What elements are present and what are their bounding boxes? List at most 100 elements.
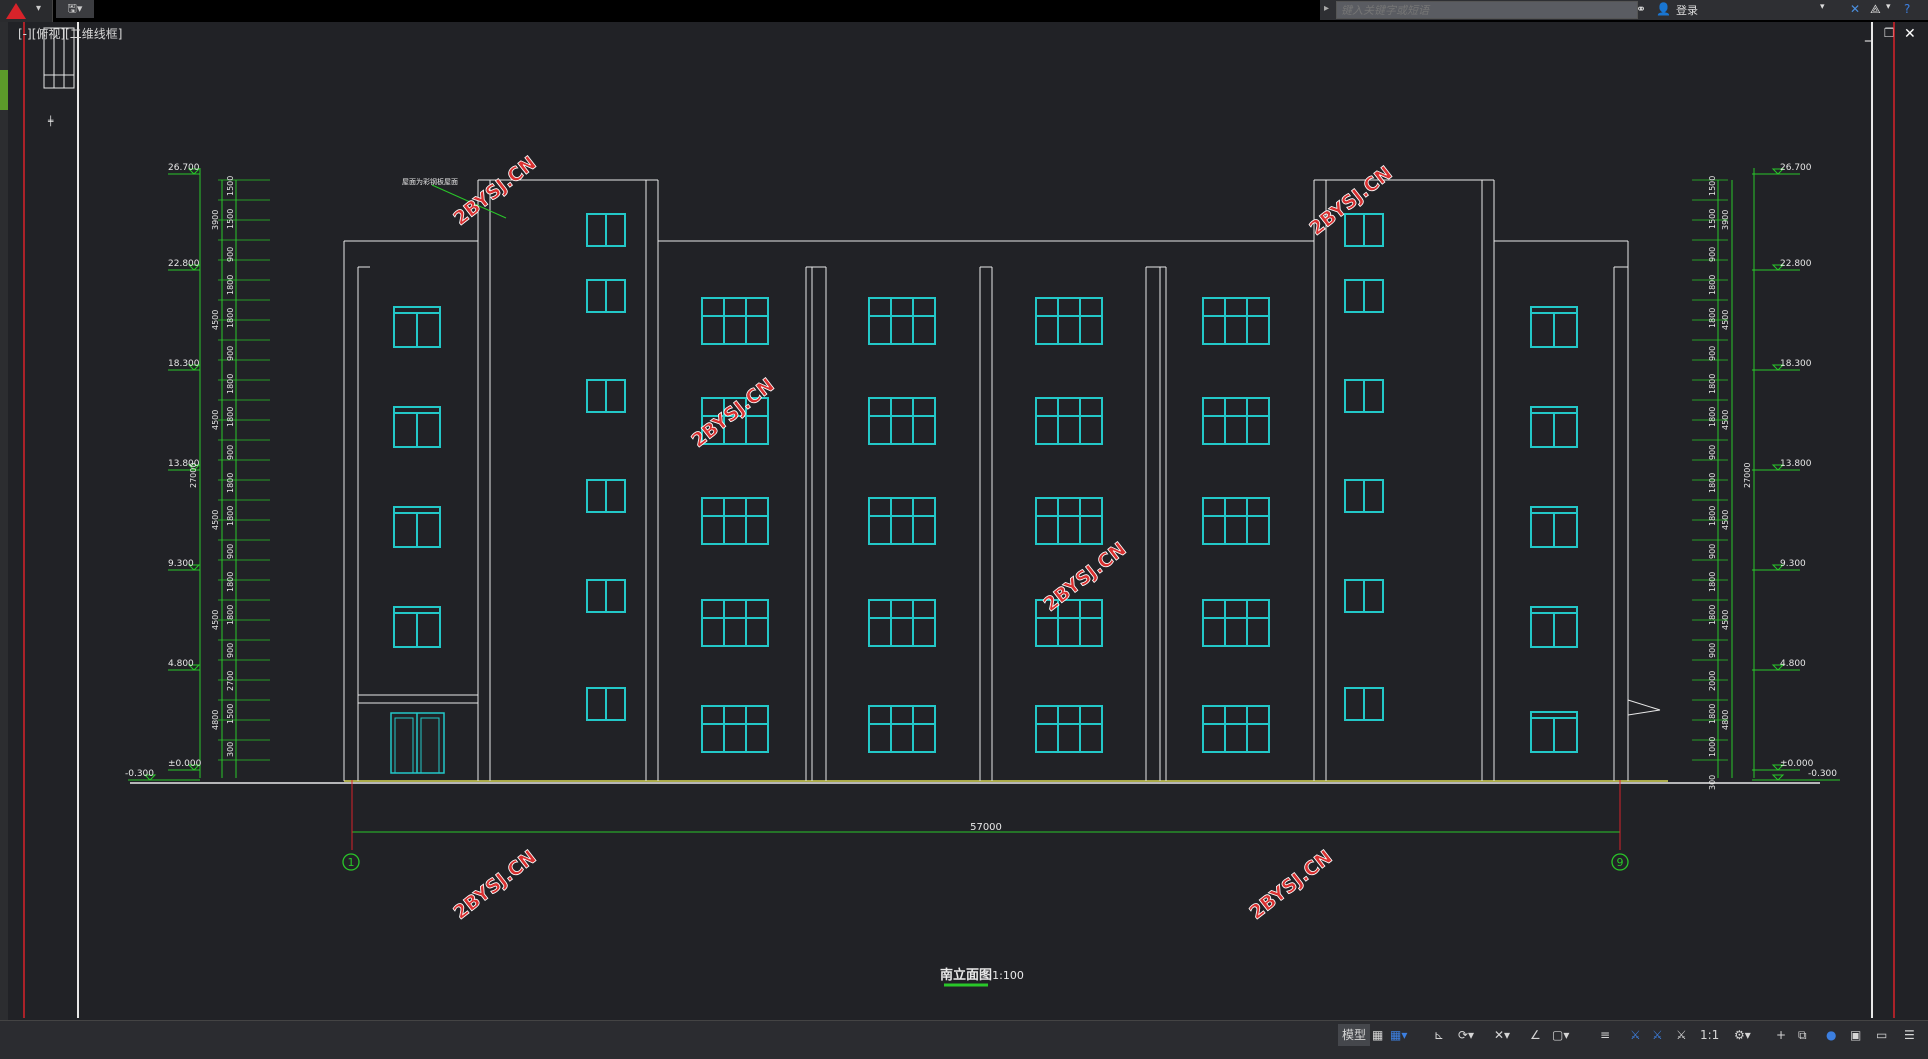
workspace-gear-icon[interactable]: ⚙▾ (1734, 1024, 1751, 1046)
annotation-visibility-icon[interactable]: ⚔ (1630, 1024, 1641, 1046)
window-large (1202, 705, 1270, 753)
total-height-dimension: 27000 (189, 463, 198, 488)
grid-icon[interactable]: ▦ (1372, 1024, 1383, 1046)
window-stair (1344, 379, 1384, 413)
window-stair (586, 379, 626, 413)
window-frame (701, 705, 769, 753)
window-stair (1344, 579, 1384, 613)
annotation-scale-value[interactable]: 1:1 (1700, 1024, 1719, 1046)
ortho-icon[interactable]: ⊾ (1434, 1024, 1444, 1046)
window-large (701, 599, 769, 647)
outer-dimension: 4500 (211, 610, 220, 630)
outer-dimension: 4500 (211, 310, 220, 330)
watermark-group: 2BYSJ.CN2BYSJ.CN2BYSJ.CN2BYSJ.CN2BYSJ.CN… (449, 152, 1397, 925)
inner-dimension: 900 (1708, 346, 1717, 361)
watermark-text: 2BYSJ.CN (450, 846, 541, 924)
inner-dimension: 900 (226, 346, 235, 361)
inner-dimension: 1800 (1708, 407, 1717, 427)
window-stair (1344, 213, 1384, 247)
window-large (1035, 297, 1103, 345)
window-frame (868, 297, 936, 345)
auto-scale-icon[interactable]: ⚔ (1652, 1024, 1663, 1046)
window-large (868, 297, 936, 345)
polar-icon[interactable]: ⟳▾ (1458, 1024, 1474, 1046)
inner-dimension: 900 (1708, 643, 1717, 658)
window-side (1530, 306, 1578, 348)
window-frame (1035, 705, 1103, 753)
inner-dimension: 1500 (226, 209, 235, 229)
window-side (393, 306, 441, 348)
window-frame (1202, 397, 1270, 445)
window-frame (868, 705, 936, 753)
windows-group (390, 213, 1578, 774)
window-stair (586, 279, 626, 313)
plus-icon[interactable]: + (1776, 1024, 1786, 1046)
elevation-label: 9.300 (168, 559, 194, 569)
snap-icon[interactable]: ▦▾ (1390, 1024, 1407, 1046)
model-space-button[interactable]: 模型 (1338, 1024, 1371, 1046)
elevation-label: 4.800 (1780, 659, 1806, 669)
elevation-label: 18.300 (168, 359, 200, 369)
window-large (868, 397, 936, 445)
window-stair (586, 687, 626, 721)
inner-dimension: 1800 (226, 407, 235, 427)
elevation-label: ±0.000 (1780, 759, 1814, 769)
elevation-drawing: ╪ [-][俯视][二维线框] 26.700 22.800 18.300 13.800… (18, 22, 1895, 1018)
window-side (393, 606, 441, 648)
object-snap-tracking-icon[interactable]: ∠ (1530, 1024, 1541, 1046)
window-frame (1202, 705, 1270, 753)
inner-dimension: 1800 (226, 506, 235, 526)
outer-dimension: 4800 (211, 710, 220, 730)
window-stair (586, 213, 626, 247)
building-elevation (130, 179, 1820, 784)
dimension-group: 26.700 22.800 18.300 13.800 9.300 4.800 ±0.000… (125, 163, 1840, 790)
lineweight-icon[interactable]: ≡ (1600, 1024, 1610, 1046)
object-snap-icon[interactable]: ▢▾ (1552, 1024, 1569, 1046)
window-frame (1035, 497, 1103, 545)
window-stair (586, 479, 626, 513)
wall-line (1627, 699, 1661, 711)
window-frame (1202, 497, 1270, 545)
entrance-door (390, 712, 445, 774)
elevation-label: 9.300 (1780, 559, 1806, 569)
inner-dimension: 1500 (226, 176, 235, 196)
roof-annotation: 屋面为彩钢板屋面 (402, 177, 458, 186)
inner-dimension: 1500 (1708, 209, 1717, 229)
elevation-label: ±0.000 (168, 759, 202, 769)
window-large (1202, 397, 1270, 445)
viewport-label[interactable]: [-][俯视][二维线框] (18, 26, 122, 41)
watermark-text: 2BYSJ.CN (1246, 846, 1337, 924)
inner-dimension: 1500 (1708, 176, 1717, 196)
wall-line (1627, 709, 1661, 716)
level-marker (1771, 774, 1785, 781)
window-large (1035, 705, 1103, 753)
door-leaf (394, 717, 414, 774)
elevation-label: -0.300 (125, 769, 154, 779)
isodraft-icon[interactable]: ✕▾ (1494, 1024, 1510, 1046)
elevation-label: -0.300 (1808, 769, 1837, 779)
inner-dimension: 1800 (1708, 308, 1717, 328)
inner-dimension: 900 (226, 247, 235, 262)
inner-dimension: 2700 (226, 671, 235, 691)
units-icon[interactable]: ⧉ (1798, 1024, 1807, 1046)
inner-dimension: 2000 (1708, 671, 1717, 691)
inner-dimension: 900 (226, 643, 235, 658)
clean-screen-icon[interactable]: ▭ (1876, 1024, 1887, 1046)
inner-dimension: 1800 (1708, 572, 1717, 592)
window-large (868, 599, 936, 647)
elevation-label: 13.800 (1780, 459, 1812, 469)
axis-label-left: 1 (348, 856, 355, 869)
customization-menu-icon[interactable]: ☰ (1904, 1024, 1915, 1046)
inner-dimension: 900 (226, 544, 235, 559)
window-frame (868, 397, 936, 445)
hardware-acceleration-icon[interactable]: ▣ (1850, 1024, 1861, 1046)
isolate-objects-icon[interactable]: ● (1826, 1024, 1836, 1046)
inner-dimension: 1800 (1708, 374, 1717, 394)
annotation-scale-icon[interactable]: ⚔ (1676, 1024, 1687, 1046)
window-stair (586, 579, 626, 613)
outer-dimension: 4500 (211, 510, 220, 530)
window-large (868, 497, 936, 545)
elevation-label: 26.700 (1780, 163, 1812, 173)
inner-dimension: 900 (226, 445, 235, 460)
elevation-label: 26.700 (168, 163, 200, 173)
